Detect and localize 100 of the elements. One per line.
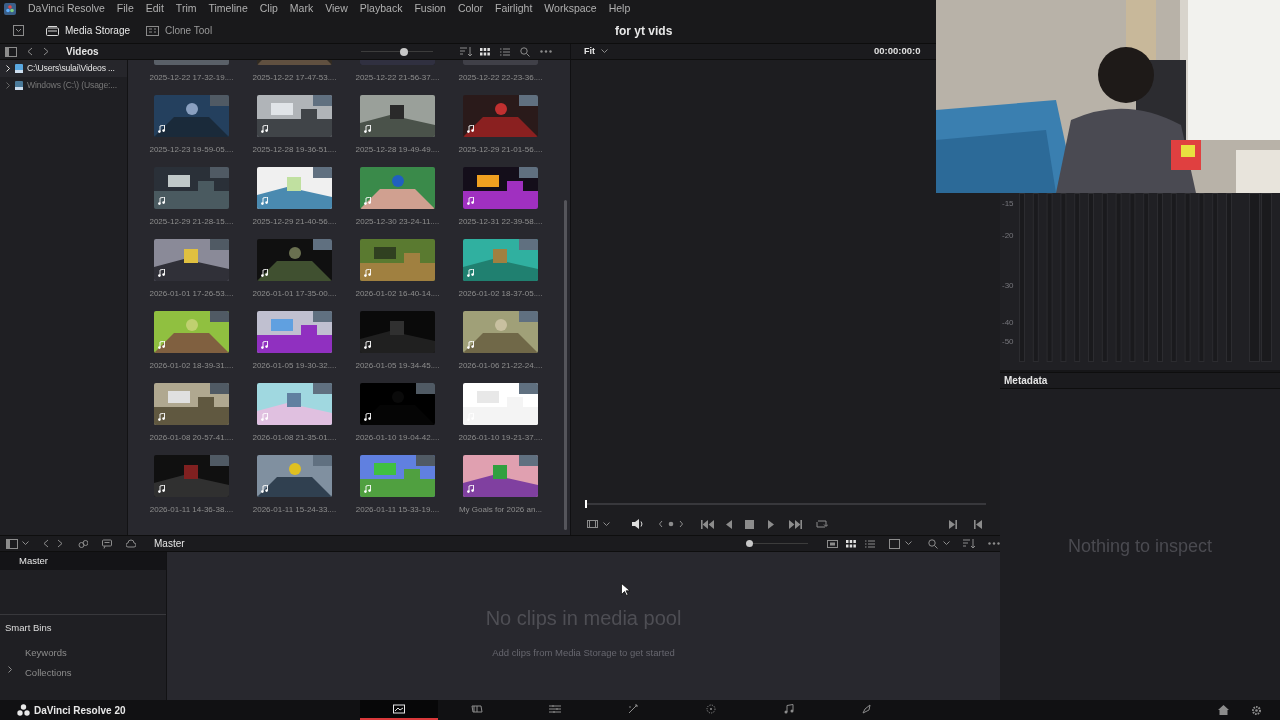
cloud-icon[interactable] (126, 538, 136, 549)
loop-icon[interactable] (815, 519, 828, 529)
media-storage-button[interactable]: Media Storage (38, 21, 139, 40)
mouse-cursor-icon (621, 583, 630, 596)
clip-name[interactable]: 2026-01-05 19-30-32.... (252, 360, 337, 372)
clip-name[interactable]: 2026-01-05 19-34-45.... (355, 360, 440, 372)
caret-icon[interactable] (22, 541, 29, 546)
smart-bin-item[interactable]: Keywords (25, 645, 67, 660)
clip-name[interactable]: 2025-12-22 21-56-37.... (355, 72, 440, 84)
skip-back-icon[interactable] (701, 519, 714, 529)
more-icon[interactable] (988, 542, 1000, 545)
location-item[interactable]: Windows (C:\) (Usage:... (0, 76, 127, 94)
settings-icon[interactable] (1251, 704, 1262, 716)
fit-dropdown[interactable]: Fit (584, 44, 595, 59)
clip-name[interactable]: 2026-01-11 15-33-19.... (355, 504, 440, 516)
menu-item[interactable]: Color (457, 1, 483, 17)
subtitle-icon[interactable] (102, 538, 112, 549)
cut-page-icon[interactable] (471, 704, 483, 714)
step-back-icon[interactable] (726, 519, 732, 529)
clip-name[interactable]: 2026-01-10 19-21-37.... (458, 432, 543, 444)
chevron-icon[interactable] (8, 665, 13, 673)
menu-item[interactable]: View (325, 1, 348, 17)
forward-icon[interactable] (43, 47, 49, 56)
sort-icon[interactable] (963, 538, 975, 549)
resolve-logo-icon (17, 704, 30, 716)
sidebar-toggle-icon[interactable] (6, 538, 18, 549)
frame-icon[interactable] (889, 538, 900, 549)
clip-name[interactable]: 2026-01-02 16-40-14.... (355, 288, 440, 300)
clip-name[interactable]: 2026-01-11 15-24-33.... (252, 504, 337, 516)
clip-name[interactable]: 2026-01-02 18-39-31.... (149, 360, 234, 372)
clip-name[interactable]: 2025-12-30 23-24-11.... (355, 216, 440, 228)
bin-item[interactable]: Master (0, 552, 166, 571)
clip-name[interactable]: 2026-01-06 21-22-24.... (458, 360, 543, 372)
menu-item[interactable]: DaVinci Resolve (28, 1, 105, 17)
clip-name[interactable]: 2026-01-02 18-37-05.... (458, 288, 543, 300)
skip-forward-icon[interactable] (789, 519, 802, 529)
search-icon[interactable] (519, 46, 530, 57)
thumbnail-view-icon[interactable] (827, 539, 838, 548)
home-icon[interactable] (1218, 705, 1229, 715)
clip-name[interactable]: 2025-12-22 17-47-53.... (252, 72, 337, 84)
menu-item[interactable]: Fairlight (495, 1, 533, 17)
music-note-icon[interactable] (783, 704, 795, 714)
search-icon[interactable] (928, 538, 938, 549)
clip-name[interactable]: 2025-12-29 21-01-56.... (458, 144, 543, 156)
menu-item[interactable]: Mark (289, 1, 314, 17)
caret-icon[interactable] (905, 541, 912, 546)
caret-icon[interactable] (601, 49, 608, 54)
more-icon[interactable] (539, 50, 552, 53)
menu-item[interactable]: File (116, 1, 134, 17)
sidebar-toggle-icon[interactable] (5, 46, 17, 57)
menu-item[interactable]: Timeline (208, 1, 248, 17)
clip-name[interactable]: 2026-01-08 20-57-41.... (149, 432, 234, 444)
mark-in-icon[interactable] (974, 519, 982, 529)
menu-item[interactable]: Fusion (414, 1, 446, 17)
menu-item[interactable]: Edit (145, 1, 164, 17)
caret-icon[interactable] (943, 541, 950, 546)
clip-name[interactable]: 2025-12-22 22-23-36.... (458, 72, 543, 84)
clip-name[interactable]: 2025-12-23 19-59-05.... (149, 144, 234, 156)
caret-icon[interactable] (603, 521, 610, 527)
clone-tool-button[interactable]: Clone Tool (138, 21, 221, 40)
viewer-options-icon[interactable] (587, 520, 598, 528)
fusion-page-icon[interactable] (627, 704, 639, 714)
slider-thumb[interactable] (745, 540, 753, 547)
clip-name[interactable]: 2026-01-01 17-26-53.... (149, 288, 234, 300)
back-icon[interactable] (27, 47, 33, 56)
play-icon[interactable] (768, 519, 774, 529)
panel-dropdown-icon[interactable] (13, 25, 24, 36)
clip-name[interactable]: 2026-01-08 21-35-01.... (252, 432, 337, 444)
edit-page-icon[interactable] (549, 704, 561, 714)
scrollbar[interactable] (564, 200, 567, 530)
speaker-icon[interactable] (632, 519, 644, 529)
clip-name[interactable]: 2025-12-22 17-32-19.... (149, 72, 234, 84)
link-icon[interactable] (78, 538, 88, 549)
sort-icon[interactable] (459, 46, 472, 57)
smart-bin-item[interactable]: Collections (25, 665, 72, 680)
grid-view-icon[interactable] (846, 539, 856, 548)
media-page-icon[interactable] (393, 704, 405, 714)
slider-thumb[interactable] (399, 48, 408, 56)
jog-icon[interactable] (659, 520, 683, 528)
back-icon[interactable] (43, 539, 49, 548)
grid-view-icon[interactable] (479, 47, 490, 56)
clip-name[interactable]: 2025-12-29 21-28-15.... (149, 216, 234, 228)
menu-item[interactable]: Help (608, 1, 631, 17)
clip-name[interactable]: 2025-12-31 22-39-58.... (458, 216, 543, 228)
clip-name[interactable]: 2025-12-28 19-49-49.... (355, 144, 440, 156)
clip-name[interactable]: 2025-12-28 19-36-51.... (252, 144, 337, 156)
clip-name[interactable]: 2026-01-01 17-35-00.... (252, 288, 337, 300)
clip-name[interactable]: 2026-01-10 19-04-42.... (355, 432, 440, 444)
clip-name[interactable]: My Goals for 2026 an... (458, 504, 543, 516)
location-item[interactable]: C:\Users\sulai\Videos ... (0, 60, 127, 77)
clip-name[interactable]: 2025-12-29 21-40-56.... (252, 216, 337, 228)
mark-out-icon[interactable] (949, 519, 957, 529)
menu-item[interactable]: Trim (175, 1, 197, 17)
forward-icon[interactable] (57, 539, 63, 548)
clip-name[interactable]: 2026-01-11 14-36-38.... (149, 504, 234, 516)
menu-item[interactable]: Clip (259, 1, 278, 17)
color-page-icon[interactable] (705, 704, 717, 714)
stop-icon[interactable] (745, 519, 754, 529)
menu-item[interactable]: Playback (359, 1, 403, 17)
menu-item[interactable]: Workspace (544, 1, 597, 17)
